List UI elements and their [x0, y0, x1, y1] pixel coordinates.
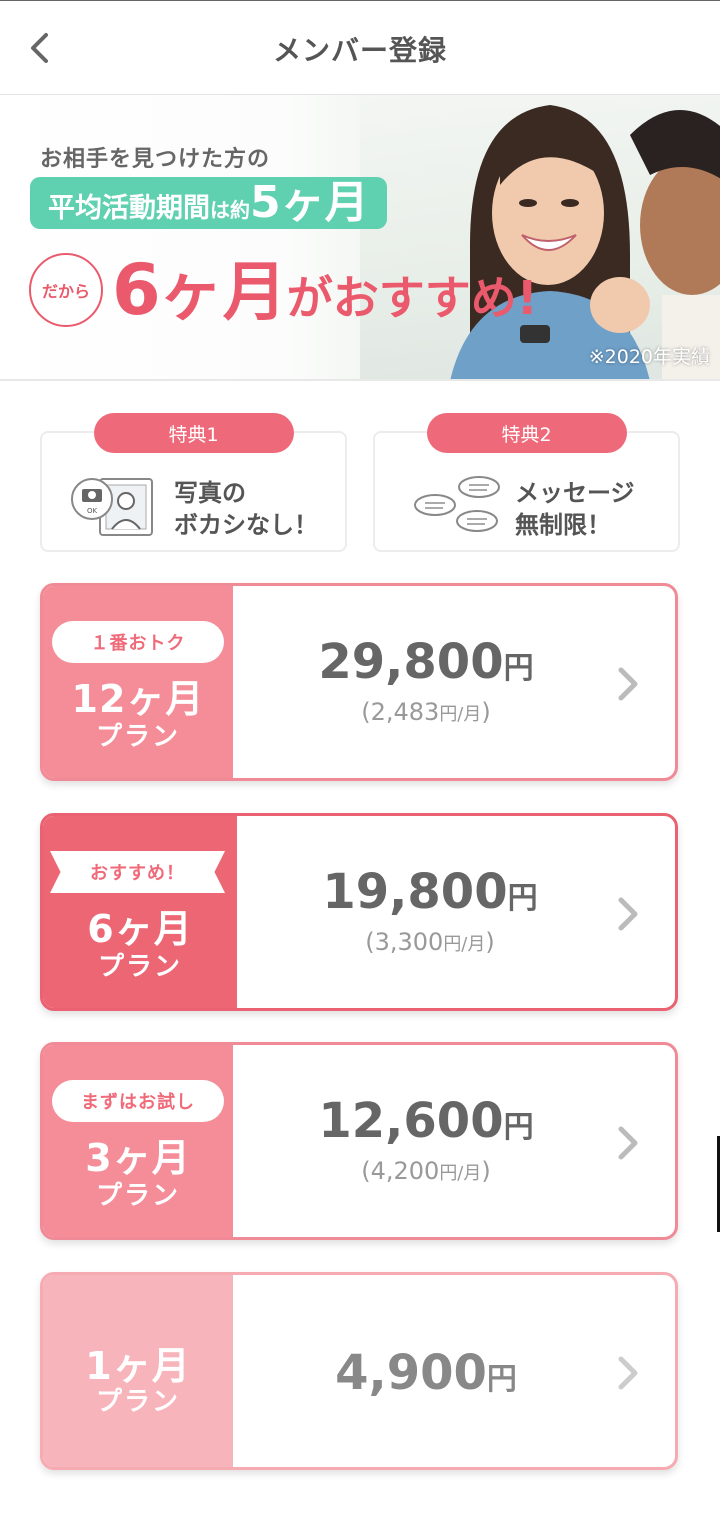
plan-price: 19,800円: [237, 864, 623, 920]
couple-photo-image: [450, 105, 720, 379]
benefit-tag: 特典2: [426, 413, 627, 453]
plan-label: プラン: [95, 1181, 180, 1211]
banner-line1: お相手を見つけた方の: [40, 147, 271, 172]
banner-big-suffix: がおすすめ!: [286, 271, 538, 325]
chevron-right-icon: [618, 897, 638, 931]
benefit-tag: 特典1: [93, 413, 294, 453]
plan-price-yen: 円: [503, 651, 534, 686]
plan-3-months[interactable]: まずはお試し 3ヶ月 プラン 12,600円 (4,200円/月): [40, 1042, 678, 1240]
plan-months: 12ヶ月: [71, 677, 205, 721]
banner-average-period: 平均活動期間 は約 5ヶ月: [30, 177, 387, 229]
banner-big-num: 6: [112, 249, 161, 331]
plan-price-value: 12,600: [318, 1093, 504, 1149]
plan-price: 29,800円: [233, 634, 619, 690]
banner-circle-label: だから: [29, 253, 103, 327]
monthly-unit: 円/月: [443, 934, 486, 955]
plan-price-yen: 円: [507, 881, 538, 916]
banner-pill-a: 平均活動期間: [48, 193, 210, 224]
promo-banner: お相手を見つけた方の 平均活動期間 は約 5ヶ月 だから 6 ヶ月 がおすすめ!…: [0, 95, 720, 381]
benefit-text: 写真の ボカシなし！: [174, 479, 318, 539]
plan-label-panel: 1ヶ月 プラン: [43, 1275, 233, 1467]
plan-label: プラン: [95, 1387, 180, 1417]
photo-unblur-icon: OK: [71, 478, 153, 536]
app-header: メンバー登録: [0, 0, 720, 95]
plan-label-panel: おすすめ！ 6ヶ月 プラン: [43, 816, 237, 1008]
chevron-right-icon: [618, 1126, 638, 1160]
svg-text:OK: OK: [87, 507, 98, 515]
banner-headline: 6 ヶ月 がおすすめ!: [112, 241, 538, 333]
monthly-close: ): [481, 1157, 491, 1185]
banner-pill-c: 5ヶ月: [250, 177, 369, 228]
plan-monthly-price: (3,300円/月): [237, 928, 623, 956]
plan-price-value: 4,900: [335, 1345, 487, 1401]
monthly-open: (2,483: [361, 698, 440, 726]
page-title: メンバー登録: [272, 34, 447, 67]
message-bubbles-icon: [414, 476, 500, 532]
monthly-unit: 円/月: [439, 704, 482, 725]
plan-1-month[interactable]: 1ヶ月 プラン 4,900円: [40, 1272, 678, 1470]
banner-big-month: ヶ月: [158, 256, 287, 330]
plan-price: 4,900円: [233, 1345, 619, 1401]
plan-months: 3ヶ月: [85, 1136, 191, 1180]
plan-label: プラン: [95, 722, 180, 752]
monthly-unit: 円/月: [439, 1163, 482, 1184]
plan-monthly-price: (2,483円/月): [233, 698, 619, 726]
plan-monthly-price: (4,200円/月): [233, 1157, 619, 1185]
plan-label-panel: １番おトク 12ヶ月 プラン: [43, 586, 233, 778]
plan-price-yen: 円: [486, 1362, 517, 1397]
plan-price-value: 19,800: [322, 864, 508, 920]
plan-label: プラン: [97, 952, 182, 982]
benefit-card-2: 特典2 メッセージ 無制限！: [373, 413, 680, 552]
benefit-card-1: 特典1 OK 写真の ボカシなし！: [40, 413, 347, 552]
banner-note: ※2020年実績: [588, 346, 710, 368]
plan-months: 6ヶ月: [87, 907, 193, 951]
plan-badge: おすすめ！: [50, 851, 225, 893]
chevron-right-icon: [618, 1356, 638, 1390]
plan-badge: １番おトク: [52, 621, 224, 663]
monthly-close: ): [481, 698, 491, 726]
plan-label-panel: まずはお試し 3ヶ月 プラン: [43, 1045, 233, 1237]
monthly-open: (3,300: [365, 928, 444, 956]
plan-12-months[interactable]: １番おトク 12ヶ月 プラン 29,800円 (2,483円/月): [40, 583, 678, 781]
plan-price-yen: 円: [503, 1110, 534, 1145]
plan-price-value: 29,800: [318, 634, 504, 690]
monthly-close: ): [485, 928, 495, 956]
banner-pill-b: は約: [210, 198, 250, 222]
plan-price: 12,600円: [233, 1093, 619, 1149]
plan-6-months[interactable]: おすすめ！ 6ヶ月 プラン 19,800円 (3,300円/月): [40, 813, 678, 1011]
plan-badge: まずはお試し: [52, 1080, 224, 1122]
monthly-open: (4,200: [361, 1157, 440, 1185]
benefit-text: メッセージ 無制限！: [515, 479, 635, 539]
chevron-right-icon: [618, 667, 638, 701]
